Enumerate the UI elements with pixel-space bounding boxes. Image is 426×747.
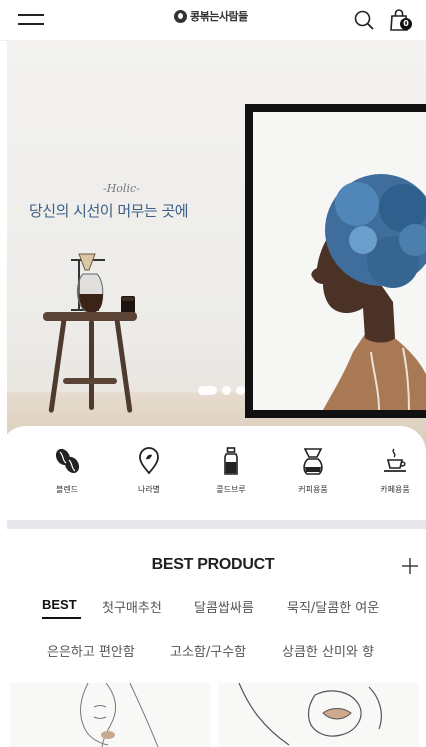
- tab-bittersweet[interactable]: 달콤쌉싸름: [194, 597, 254, 616]
- slide-dot-2[interactable]: [222, 386, 231, 395]
- hero-script-text: -Holic-: [103, 182, 140, 195]
- location-pin-icon: [139, 447, 159, 475]
- plus-icon[interactable]: [400, 556, 420, 576]
- category-label: 나라별: [137, 485, 161, 494]
- line-art-lips-illustration: [238, 683, 382, 746]
- category-coffee-gear[interactable]: 커피용품: [278, 446, 348, 495]
- tab-mild-comfortable[interactable]: 은은하고 편안함: [47, 641, 135, 660]
- cart-count-badge: 0: [400, 18, 412, 30]
- brand-name: 콩볶는사람들: [190, 10, 248, 23]
- top-header: 콩볶는사람들 0: [0, 0, 426, 41]
- poster-frame: [245, 104, 426, 418]
- tab-heavy-sweet[interactable]: 묵직/달콤한 여운: [287, 597, 379, 616]
- hamburger-menu-icon[interactable]: [18, 10, 44, 28]
- line-art-face-illustration: [80, 683, 159, 747]
- hot-cup-icon: [384, 448, 406, 472]
- shopping-bag-icon[interactable]: 0: [387, 7, 413, 33]
- tab-nutty[interactable]: 고소함/구수함: [170, 641, 246, 660]
- tab-first-purchase[interactable]: 첫구매추천: [102, 597, 162, 616]
- slide-dot-3[interactable]: [236, 386, 245, 395]
- tab-best[interactable]: BEST: [42, 597, 77, 612]
- hero-slide-indicator: [198, 386, 245, 395]
- category-country[interactable]: 나라별: [114, 446, 184, 495]
- search-icon[interactable]: [353, 9, 375, 31]
- brand-logo[interactable]: 콩볶는사람들: [174, 8, 248, 24]
- category-menu: 블렌드 나라별 콜드브루 커피용품 카페용품: [0, 426, 426, 516]
- tab-fresh-acidity[interactable]: 상큼한 산미와 향: [282, 641, 374, 660]
- product-card[interactable]: [10, 683, 210, 747]
- coffee-beans-icon: [55, 448, 80, 474]
- category-cafe-goods[interactable]: 카페용품: [360, 446, 426, 495]
- coffee-dripper-icon: [303, 448, 323, 475]
- category-label: 콜드브루: [216, 485, 246, 494]
- product-card[interactable]: [219, 683, 419, 747]
- cold-brew-bottle-icon: [224, 447, 238, 475]
- best-product-title: BEST PRODUCT: [151, 556, 275, 573]
- category-label: 블렌드: [55, 485, 79, 494]
- category-blend[interactable]: 블렌드: [32, 446, 102, 495]
- portrait-illustration: [253, 112, 426, 410]
- hero-banner[interactable]: -Holic- 당신의 시선이 머무는 곳에: [7, 40, 426, 452]
- hero-headline: 당신의 시선이 머무는 곳에: [29, 202, 189, 220]
- category-cold-brew[interactable]: 콜드브루: [196, 446, 266, 495]
- section-divider: [7, 520, 426, 529]
- category-label: 카페용품: [380, 485, 410, 494]
- category-label: 커피용품: [298, 485, 328, 494]
- bean-logo-icon: [174, 9, 187, 23]
- active-tab-underline: [42, 617, 81, 619]
- slide-dot-1[interactable]: [198, 386, 217, 395]
